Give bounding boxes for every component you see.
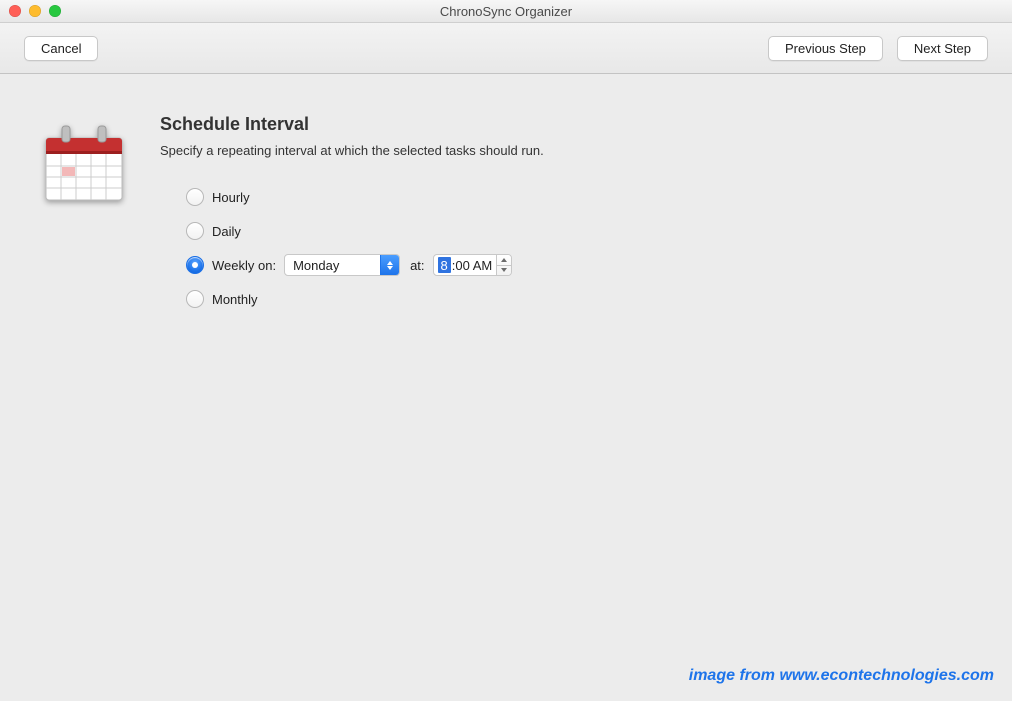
section-title: Schedule Interval <box>160 114 992 135</box>
time-stepper-up[interactable] <box>497 255 511 265</box>
option-hourly-label: Hourly <box>212 190 250 205</box>
option-daily[interactable]: Daily <box>186 214 992 248</box>
option-monthly[interactable]: Monthly <box>186 282 992 316</box>
calendar-icon <box>40 120 128 208</box>
select-arrows-icon <box>380 255 399 275</box>
attribution-text: image from www.econtechnologies.com <box>689 667 994 685</box>
minimize-window-icon[interactable] <box>29 5 41 17</box>
weekly-time-field[interactable]: 8:00 AM <box>433 254 513 276</box>
titlebar: ChronoSync Organizer <box>0 0 1012 23</box>
interval-options: Hourly Daily Weekly on: Monday at: <box>186 180 992 316</box>
weekly-time-rest: :00 AM <box>452 258 492 273</box>
section-description: Specify a repeating interval at which th… <box>160 143 992 158</box>
weekly-time-text: 8:00 AM <box>434 255 497 275</box>
option-daily-label: Daily <box>212 224 241 239</box>
traffic-lights <box>9 5 61 17</box>
radio-monthly[interactable] <box>186 290 204 308</box>
zoom-window-icon[interactable] <box>49 5 61 17</box>
option-weekly-label: Weekly on: <box>212 258 276 273</box>
cancel-button[interactable]: Cancel <box>24 36 98 61</box>
next-step-button[interactable]: Next Step <box>897 36 988 61</box>
weekly-day-value: Monday <box>285 258 380 273</box>
weekly-time-hour: 8 <box>438 257 451 273</box>
option-weekly[interactable]: Weekly on: Monday at: 8:00 AM <box>186 248 992 282</box>
radio-weekly[interactable] <box>186 256 204 274</box>
time-stepper-down[interactable] <box>497 265 511 276</box>
toolbar: Cancel Previous Step Next Step <box>0 23 1012 74</box>
window-title: ChronoSync Organizer <box>0 4 1012 19</box>
radio-hourly[interactable] <box>186 188 204 206</box>
content-area: Schedule Interval Specify a repeating in… <box>0 74 1012 316</box>
at-label: at: <box>410 258 424 273</box>
option-monthly-label: Monthly <box>212 292 258 307</box>
weekly-day-select[interactable]: Monday <box>284 254 400 276</box>
previous-step-button[interactable]: Previous Step <box>768 36 883 61</box>
time-stepper[interactable] <box>496 255 511 275</box>
option-hourly[interactable]: Hourly <box>186 180 992 214</box>
close-window-icon[interactable] <box>9 5 21 17</box>
radio-daily[interactable] <box>186 222 204 240</box>
